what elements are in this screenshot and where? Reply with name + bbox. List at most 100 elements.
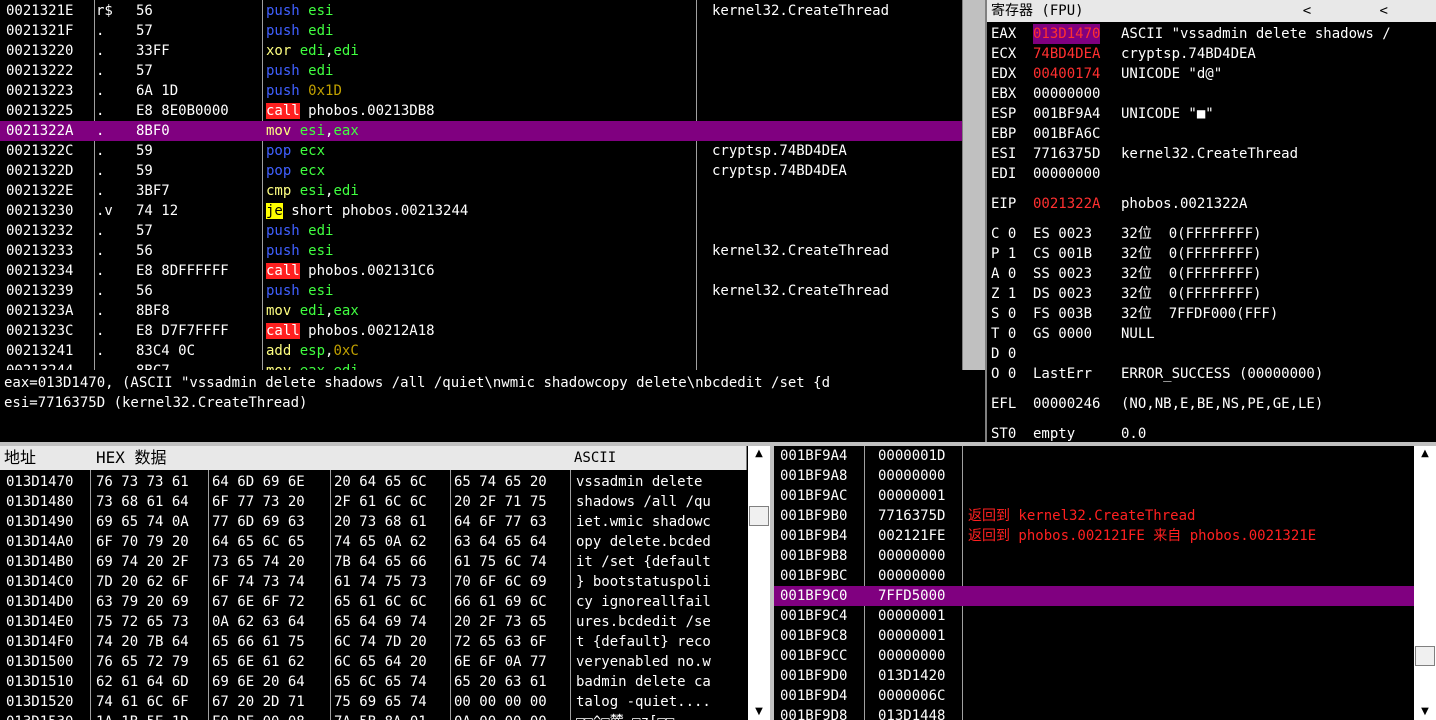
dump-row[interactable]: 013D1470 76 73 73 61 64 6D 69 6E 20 64 65 6… xyxy=(0,472,746,492)
register-value[interactable]: 001BF9A4 xyxy=(1033,104,1100,124)
dump-row[interactable]: 013D1510 62 61 64 6D 69 6E 20 64 65 6C 65 7… xyxy=(0,672,746,692)
stack-row[interactable]: 001BF9C8 00000001 xyxy=(774,626,1414,646)
register-value[interactable]: 00000000 xyxy=(1033,84,1100,104)
stack-row[interactable]: 001BF9D8 013D1448 xyxy=(774,706,1414,720)
register-row[interactable]: EDX 00400174 UNICODE "d@" xyxy=(987,64,1436,84)
register-row[interactable]: P 1 CS 001B 32位 0(FFFFFFFF) xyxy=(987,244,1436,264)
stack-row[interactable]: 001BF9D4 0000006C xyxy=(774,686,1414,706)
disasm-row[interactable]: 0021321F. 57 push edi xyxy=(0,21,962,41)
register-row[interactable]: A 0 SS 0023 32位 0(FFFFFFFF) xyxy=(987,264,1436,284)
registers-pane[interactable]: 寄存器 (FPU) < < EAX 013D1470 ASCII "vssadmin… xyxy=(985,0,1436,442)
stack-row[interactable]: 001BF9B4 002121FE 返回到 phobos.002121FE 来自 p… xyxy=(774,526,1414,546)
register-value[interactable]: 013D1470 xyxy=(1033,24,1101,44)
register-row[interactable]: T 0 GS 0000 NULL xyxy=(987,324,1436,344)
disasm-row[interactable]: 00213225. E8 8E0B0000 call phobos.00213DB8 xyxy=(0,101,962,121)
register-value[interactable]: SS 0023 xyxy=(1033,264,1092,284)
stack-row[interactable]: 001BF9A8 00000000 xyxy=(774,466,1414,486)
dump-row[interactable]: 013D14A0 6F 70 79 20 64 65 6C 65 74 65 0A 6… xyxy=(0,532,746,552)
register-value[interactable]: 00000246 xyxy=(1033,394,1100,414)
register-value[interactable]: 7716375D xyxy=(1033,144,1100,164)
stack-pane[interactable]: 001BF9A4 0000001D 001BF9A8 00000000 001BF9AC… xyxy=(774,446,1436,720)
register-row[interactable]: C 0 ES 0023 32位 0(FFFFFFFF) xyxy=(987,224,1436,244)
register-row[interactable]: EFL 00000246 (NO,NB,E,BE,NS,PE,GE,LE) xyxy=(987,394,1436,414)
disassembly-pane[interactable]: 0021321E r$ 56 push esi kernel32.CreateThrea… xyxy=(0,0,963,370)
register-value[interactable]: 00000000 xyxy=(1033,164,1100,184)
register-row[interactable]: ESI 7716375D kernel32.CreateThread xyxy=(987,144,1436,164)
register-row[interactable]: EBX 00000000 xyxy=(987,84,1436,104)
disasm-row[interactable]: 00213223. 6A 1D push 0x1D xyxy=(0,81,962,101)
disassembly-scrollbar[interactable]: ▼ xyxy=(962,0,963,370)
scroll-down-icon[interactable]: ▼ xyxy=(1414,704,1436,720)
stack-row[interactable]: 001BF9BC 00000000 xyxy=(774,566,1414,586)
register-row[interactable]: D 0 xyxy=(987,344,1436,364)
stack-row[interactable]: 001BF9CC 00000000 xyxy=(774,646,1414,666)
dump-row[interactable]: 013D14F0 74 20 7B 64 65 66 61 75 6C 74 7D 2… xyxy=(0,632,746,652)
scroll-down-icon[interactable]: ▼ xyxy=(962,354,963,370)
disasm-row[interactable]: 00213233. 56 push esi kernel32.CreateThread xyxy=(0,241,962,261)
stack-row[interactable]: 001BF9A4 0000001D xyxy=(774,446,1414,466)
register-value[interactable]: GS 0000 xyxy=(1033,324,1092,344)
dump-header-hex[interactable]: HEX 数据 xyxy=(92,446,571,470)
disasm-row[interactable]: 00213220. 33FF xor edi,edi xyxy=(0,41,962,61)
disasm-row[interactable]: 00213230 .v 74 12 je short phobos.00213244 xyxy=(0,201,962,221)
dump-row[interactable]: 013D14D0 63 79 20 69 67 6E 6F 72 65 61 6C 6… xyxy=(0,592,746,612)
register-row[interactable]: Z 1 DS 0023 32位 0(FFFFFFFF) xyxy=(987,284,1436,304)
disasm-row[interactable]: 0021323A. 8BF8 mov edi,eax xyxy=(0,301,962,321)
scroll-up-icon[interactable]: ▲ xyxy=(1414,446,1436,462)
register-value[interactable]: DS 0023 xyxy=(1033,284,1092,304)
register-value[interactable]: 0021322A xyxy=(1033,194,1100,214)
disasm-row[interactable]: 0021322C. 59 pop ecx cryptsp.74BD4DEA xyxy=(0,141,962,161)
dump-row[interactable]: 013D1480 73 68 61 64 6F 77 73 20 2F 61 6C 6… xyxy=(0,492,746,512)
register-row[interactable]: EBP 001BFA6C xyxy=(987,124,1436,144)
dump-row[interactable]: 013D1520 74 61 6C 6F 67 20 2D 71 75 69 65 7… xyxy=(0,692,746,712)
dump-row[interactable]: 013D14C0 7D 20 62 6F 6F 74 73 74 61 74 75 7… xyxy=(0,572,746,592)
dump-row[interactable]: 013D14E0 75 72 65 73 0A 62 63 64 65 64 69 7… xyxy=(0,612,746,632)
stack-row[interactable]: 001BF9B0 7716375D 返回到 kernel32.CreateThrea… xyxy=(774,506,1414,526)
register-value[interactable]: LastErr xyxy=(1033,364,1092,384)
register-row[interactable]: EIP 0021322A phobos.0021322A xyxy=(987,194,1436,214)
disasm-row[interactable]: 00213239. 56 push esi kernel32.CreateThread xyxy=(0,281,962,301)
chevron-left-icon[interactable]: < < xyxy=(1303,0,1418,22)
register-row[interactable]: S 0 FS 003B 32位 7FFDF000(FFF) xyxy=(987,304,1436,324)
scroll-up-icon[interactable]: ▲ xyxy=(748,446,770,462)
dump-row[interactable]: 013D1530 1A 1B 5E 1D F0 DE 00 08 7A 5B 8A 0… xyxy=(0,712,746,720)
register-value[interactable]: empty xyxy=(1033,424,1075,442)
register-value[interactable]: FS 003B xyxy=(1033,304,1092,324)
register-value[interactable]: CS 001B xyxy=(1033,244,1092,264)
disasm-row[interactable]: 00213241. 83C4 0C add esp,0xC xyxy=(0,341,962,361)
register-row[interactable]: O 0 LastErr ERROR_SUCCESS (00000000) xyxy=(987,364,1436,384)
stack-row[interactable]: 001BF9AC 00000001 xyxy=(774,486,1414,506)
disasm-row[interactable]: 0021322A. 8BF0 mov esi,eax xyxy=(0,121,962,141)
register-value[interactable]: 001BFA6C xyxy=(1033,124,1100,144)
register-row[interactable]: ESP 001BF9A4 UNICODE "■" xyxy=(987,104,1436,124)
scroll-thumb[interactable] xyxy=(749,506,769,526)
dump-row[interactable]: 013D14B0 69 74 20 2F 73 65 74 20 7B 64 65 6… xyxy=(0,552,746,572)
disasm-row[interactable]: 00213222. 57 push edi xyxy=(0,61,962,81)
dump-header-address[interactable]: 地址 xyxy=(0,446,93,470)
scroll-down-icon[interactable]: ▼ xyxy=(748,704,770,720)
disasm-row[interactable]: 0021322E. 3BF7 cmp esi,edi xyxy=(0,181,962,201)
register-row[interactable]: ST0 empty 0.0 xyxy=(987,424,1436,442)
stack-row[interactable]: 001BF9C0 7FFD5000 xyxy=(774,586,1414,606)
register-value[interactable]: 74BD4DEA xyxy=(1033,44,1100,64)
register-row[interactable]: EAX 013D1470 ASCII "vssadmin delete shadow… xyxy=(987,24,1436,44)
stack-row[interactable]: 001BF9B8 00000000 xyxy=(774,546,1414,566)
register-row[interactable]: EDI 00000000 xyxy=(987,164,1436,184)
disasm-row[interactable]: 0021321E r$ 56 push esi kernel32.CreateThrea… xyxy=(0,1,962,21)
disasm-row[interactable]: 00213234. E8 8DFFFFFF call phobos.002131C6 xyxy=(0,261,962,281)
dump-row[interactable]: 013D1490 69 65 74 0A 77 6D 69 63 20 73 68 6… xyxy=(0,512,746,532)
dump-row[interactable]: 013D1500 76 65 72 79 65 6E 61 62 6C 65 64 2… xyxy=(0,652,746,672)
memory-dump-pane[interactable]: 地址 HEX 数据 ASCII 013D1470 76 73 73 61 64 6D… xyxy=(0,446,770,720)
scroll-thumb[interactable] xyxy=(1415,646,1435,666)
stack-row[interactable]: 001BF9D0 013D1420 xyxy=(774,666,1414,686)
disasm-row[interactable]: 00213232. 57 push edi xyxy=(0,221,962,241)
dump-scrollbar[interactable]: ▲ ▼ xyxy=(748,446,770,720)
register-value[interactable]: 00400174 xyxy=(1033,64,1100,84)
disasm-row[interactable]: 0021323C. E8 D7F7FFFF call phobos.00212A18 xyxy=(0,321,962,341)
stack-scrollbar[interactable]: ▲ ▼ xyxy=(1414,446,1436,720)
register-value[interactable]: ES 0023 xyxy=(1033,224,1092,244)
register-row[interactable]: ECX 74BD4DEA cryptsp.74BD4DEA xyxy=(987,44,1436,64)
disasm-row[interactable]: 0021322D. 59 pop ecx cryptsp.74BD4DEA xyxy=(0,161,962,181)
dump-header-ascii[interactable]: ASCII xyxy=(570,446,747,470)
disasm-row[interactable]: 00213244. 8BC7 mov eax,edi xyxy=(0,361,962,370)
